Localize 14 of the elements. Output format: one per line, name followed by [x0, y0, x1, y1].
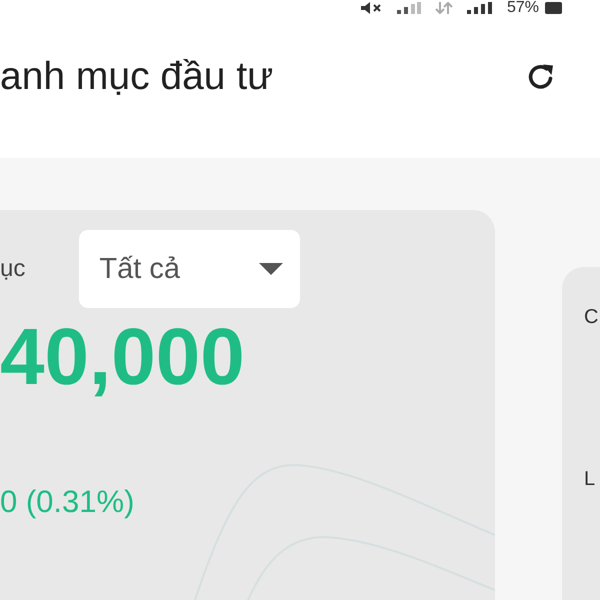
filter-dropdown[interactable]: Tất cả — [79, 230, 300, 308]
side-card-text: L — [584, 467, 596, 491]
signal-icon — [466, 2, 493, 14]
page-title: anh mục đầu tư — [0, 54, 274, 100]
card-label: ục — [0, 254, 26, 284]
caret-down-icon — [259, 263, 284, 275]
side-card-text: C — [584, 305, 598, 329]
mute-icon — [360, 2, 383, 14]
data-arrows-icon — [434, 2, 453, 14]
battery-percent: 57% — [506, 0, 539, 16]
signal-icon — [396, 2, 421, 14]
battery-icon — [545, 2, 562, 14]
value-change: 0 (0.31%) — [0, 484, 134, 520]
total-value: 40,000 — [0, 312, 245, 402]
